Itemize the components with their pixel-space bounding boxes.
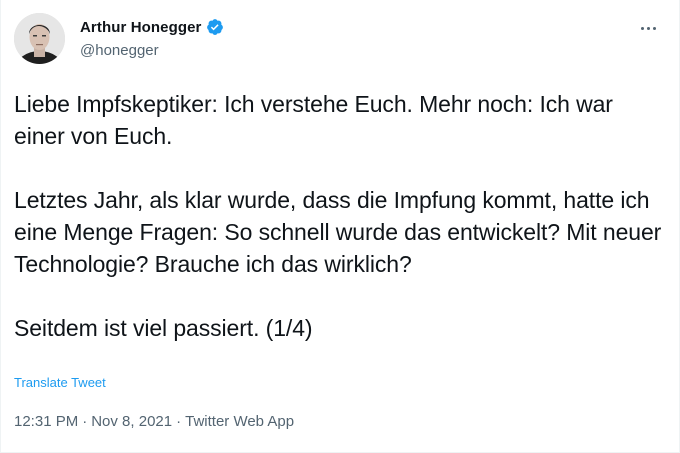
tweet-text: Liebe Impfskeptiker: Ich verstehe Euch. … [14, 88, 664, 344]
verified-badge-icon [206, 18, 224, 36]
author-display-name[interactable]: Arthur Honegger [80, 19, 202, 36]
more-dot [640, 26, 644, 30]
more-dot [646, 26, 650, 30]
tweet-paragraph: Liebe Impfskeptiker: Ich verstehe Euch. … [14, 91, 613, 149]
tweet-source[interactable]: Twitter Web App [185, 413, 294, 430]
tweet-card: Arthur Honegger @honegger Liebe Impfskep… [0, 0, 680, 453]
tweet-time[interactable]: 12:31 PM [14, 413, 78, 430]
translate-tweet-link[interactable]: Translate Tweet [14, 375, 106, 390]
tweet-paragraph: Seitdem ist viel passiert. (1/4) [14, 315, 313, 341]
more-dot [652, 26, 656, 30]
tweet-metadata: 12:31 PM · Nov 8, 2021 · Twitter Web App [14, 413, 294, 430]
avatar-image [14, 13, 65, 64]
more-options-icon[interactable] [636, 20, 660, 36]
meta-separator: · [82, 413, 88, 430]
tweet-paragraph: Letztes Jahr, als klar wurde, dass die I… [14, 187, 662, 277]
meta-separator: · [176, 413, 182, 430]
author-name-row: Arthur Honegger [80, 17, 224, 37]
card-border-left [0, 0, 1, 453]
author-handle[interactable]: @honegger [80, 42, 159, 59]
avatar[interactable] [14, 13, 65, 64]
tweet-date[interactable]: Nov 8, 2021 [91, 413, 172, 430]
